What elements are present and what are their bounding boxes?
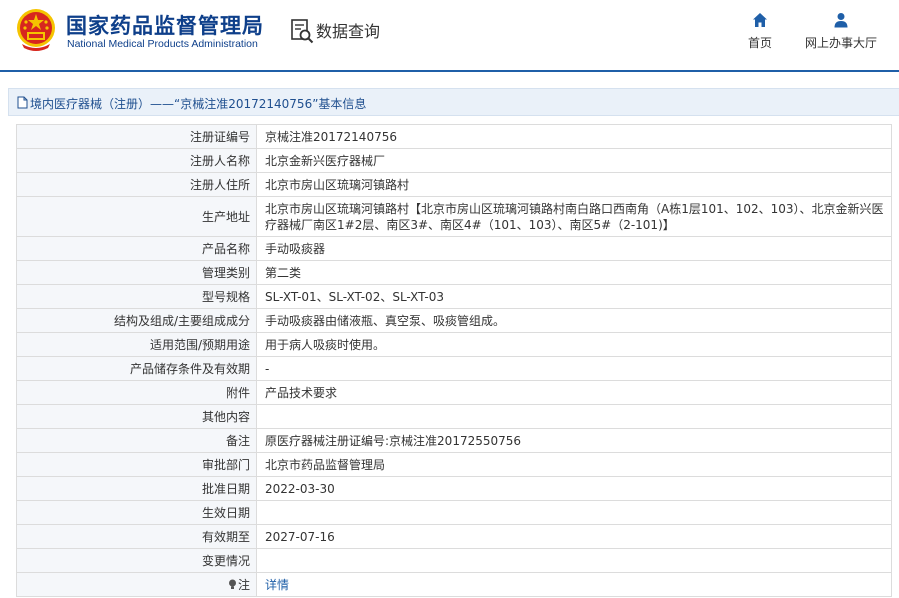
field-value: 2027-07-16 [256, 524, 892, 549]
field-label: 注册人住所 [16, 172, 257, 197]
field-label: 有效期至 [16, 524, 257, 549]
field-value [256, 548, 892, 573]
field-value: 第二类 [256, 260, 892, 285]
field-value: 北京金新兴医疗器械厂 [256, 148, 892, 173]
national-emblem-icon [17, 9, 55, 51]
field-value: 京械注准20172140756 [256, 124, 892, 149]
field-label: 管理类别 [16, 260, 257, 285]
nav-home-label: 首页 [747, 36, 772, 50]
table-row: 其他内容 [16, 404, 892, 429]
field-label: 注册人名称 [16, 148, 257, 173]
table-row: 型号规格 SL-XT-01、SL-XT-02、SL-XT-03 [16, 284, 892, 309]
field-value: 2022-03-30 [256, 476, 892, 501]
field-label: 产品名称 [16, 236, 257, 261]
nav-home[interactable]: 首页 [740, 12, 780, 51]
table-row: 注 详情 [16, 572, 892, 597]
field-label: 生产地址 [16, 196, 257, 237]
table-row: 适用范围/预期用途 用于病人吸痰时使用。 [16, 332, 892, 357]
table-row: 审批部门 北京市药品监督管理局 [16, 452, 892, 477]
table-row: 注册人名称 北京金新兴医疗器械厂 [16, 148, 892, 173]
field-label: 备注 [16, 428, 257, 453]
home-icon [753, 13, 767, 27]
table-row: 管理类别 第二类 [16, 260, 892, 285]
data-query-title: 数据查询 [316, 22, 381, 41]
lightbulb-icon [228, 579, 236, 589]
table-row: 变更情况 [16, 548, 892, 573]
table-row: 生产地址 北京市房山区琉璃河镇路村【北京市房山区琉璃河镇路村南白路口西南角（A栋… [16, 196, 892, 237]
field-value: SL-XT-01、SL-XT-02、SL-XT-03 [256, 284, 892, 309]
breadcrumb-text: 境内医疗器械（注册）——“京械注准20172140756”基本信息 [30, 97, 367, 111]
field-value: 北京市药品监督管理局 [256, 452, 892, 477]
field-value: 手动吸痰器由储液瓶、真空泵、吸痰管组成。 [256, 308, 892, 333]
table-row: 附件 产品技术要求 [16, 380, 892, 405]
field-value: 产品技术要求 [256, 380, 892, 405]
field-value: 北京市房山区琉璃河镇路村 [256, 172, 892, 197]
field-value: - [256, 356, 892, 381]
note-label-cell: 注 [16, 572, 257, 597]
field-value: 用于病人吸痰时使用。 [256, 332, 892, 357]
device-info-table: 注册证编号 京械注准20172140756 注册人名称 北京金新兴医疗器械厂 注… [16, 124, 892, 597]
data-query-icon [291, 19, 314, 44]
breadcrumb: 境内医疗器械（注册）——“京械注准20172140756”基本信息 [8, 88, 899, 116]
site-header: 国家药品监督管理局 National Medical Products Admi… [0, 0, 899, 72]
field-value: 详情 [256, 572, 892, 597]
field-label: 适用范围/预期用途 [16, 332, 257, 357]
user-icon [834, 13, 848, 28]
nav-online-service-hall[interactable]: 网上办事大厅 [800, 12, 882, 51]
field-label: 型号规格 [16, 284, 257, 309]
field-label: 注 [237, 577, 250, 592]
field-value: 北京市房山区琉璃河镇路村【北京市房山区琉璃河镇路村南白路口西南角（A栋1层101… [256, 196, 892, 237]
table-row: 结构及组成/主要组成成分 手动吸痰器由储液瓶、真空泵、吸痰管组成。 [16, 308, 892, 333]
field-label: 其他内容 [16, 404, 257, 429]
field-value: 手动吸痰器 [256, 236, 892, 261]
field-label: 生效日期 [16, 500, 257, 525]
field-label: 变更情况 [16, 548, 257, 573]
details-link[interactable]: 详情 [265, 578, 289, 592]
document-icon [17, 96, 28, 109]
field-label: 附件 [16, 380, 257, 405]
field-value [256, 404, 892, 429]
table-row: 产品储存条件及有效期 - [16, 356, 892, 381]
field-label: 审批部门 [16, 452, 257, 477]
table-row: 注册证编号 京械注准20172140756 [16, 124, 892, 149]
field-label: 产品储存条件及有效期 [16, 356, 257, 381]
table-row: 批准日期 2022-03-30 [16, 476, 892, 501]
site-title-english: National Medical Products Administration [67, 38, 258, 50]
field-value: 原医疗器械注册证编号:京械注准20172550756 [256, 428, 892, 453]
site-title: 国家药品监督管理局 [66, 14, 264, 38]
table-row: 产品名称 手动吸痰器 [16, 236, 892, 261]
table-row: 注册人住所 北京市房山区琉璃河镇路村 [16, 172, 892, 197]
nav-online-service-hall-label: 网上办事大厅 [804, 36, 877, 50]
table-row: 生效日期 [16, 500, 892, 525]
table-row: 有效期至 2027-07-16 [16, 524, 892, 549]
field-label: 注册证编号 [16, 124, 257, 149]
field-value [256, 500, 892, 525]
field-label: 结构及组成/主要组成成分 [16, 308, 257, 333]
table-row: 备注 原医疗器械注册证编号:京械注准20172550756 [16, 428, 892, 453]
field-label: 批准日期 [16, 476, 257, 501]
